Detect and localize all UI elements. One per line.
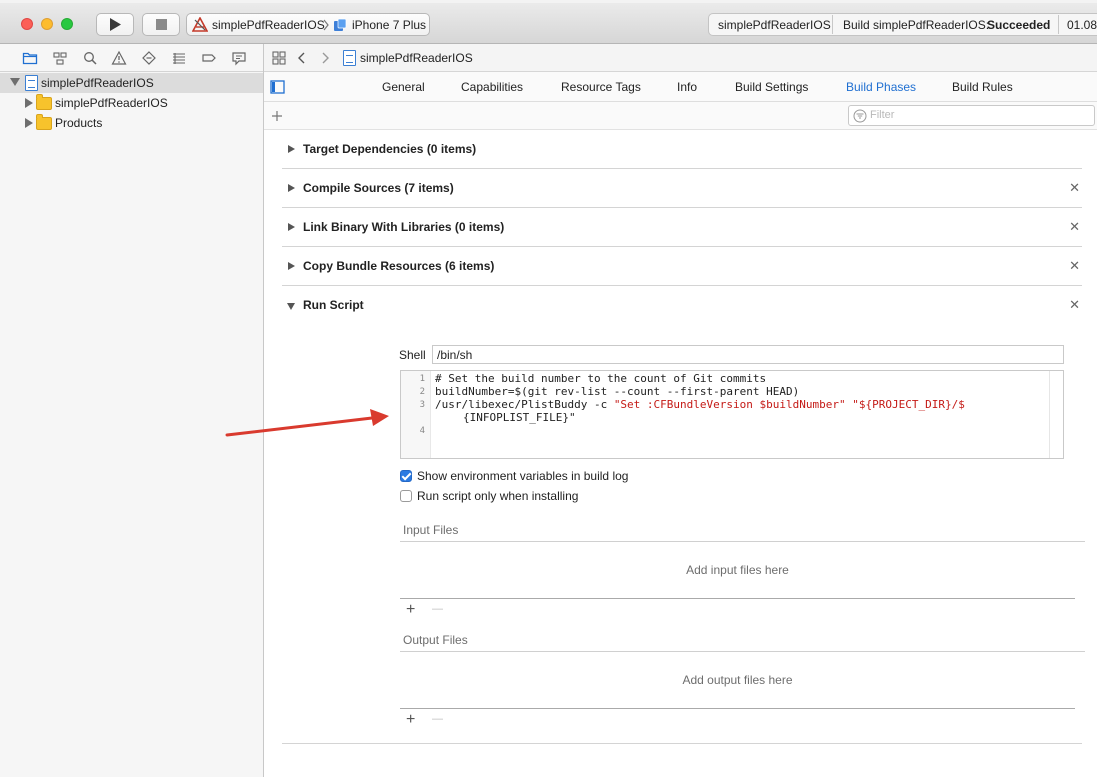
annotation-arrow-icon — [225, 409, 389, 437]
